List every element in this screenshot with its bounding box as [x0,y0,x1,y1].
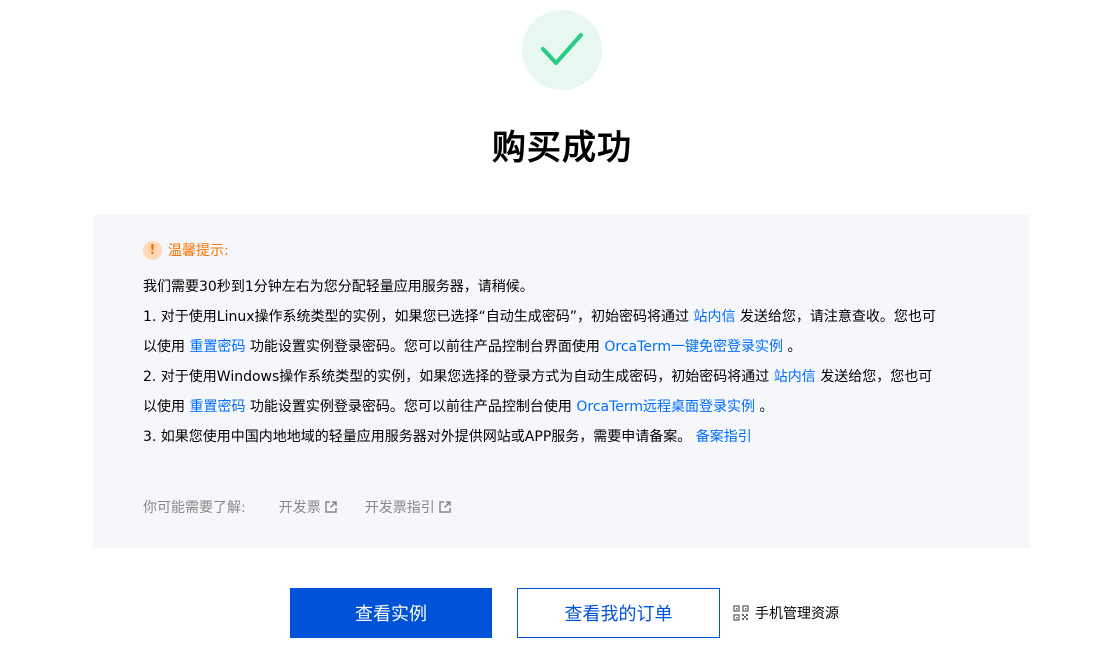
notice-text: 。 [783,339,802,355]
notice-intro: 我们需要30秒到1分钟左右为您分配轻量应用服务器，请稍候。 [143,279,534,295]
notice-item-1-line-2: 以使用 重置密码 功能设置实例登录密码。您可以前往产品控制台界面使用 OrcaT… [143,332,993,362]
invoice-link-label: 开发票 [278,500,321,516]
reset-password-link[interactable]: 重置密码 [189,399,245,415]
mobile-manage-link[interactable]: 手机管理资源 [733,603,839,623]
mobile-manage-label: 手机管理资源 [755,606,839,622]
view-orders-button[interactable]: 查看我的订单 [517,588,720,638]
notice-item-2-line-2: 以使用 重置密码 功能设置实例登录密码。您可以前往产品控制台使用 OrcaTer… [143,392,993,422]
notice-panel: ! 温馨提示: 我们需要30秒到1分钟左右为您分配轻量应用服务器，请稍候。 1.… [93,215,1030,548]
external-link-icon [438,501,451,513]
invoice-guide-link-label: 开发票指引 [364,500,435,516]
notice-item-2-line-1: 2. 对于使用Windows操作系统类型的实例，如果您选择的登录方式为自动生成密… [143,362,993,392]
notice-item-1-line-1: 1. 对于使用Linux操作系统类型的实例，如果您已选择“自动生成密码”，初始密… [143,302,993,332]
invoice-guide-link[interactable]: 开发票指引 [365,497,451,517]
warning-icon: ! [143,240,162,260]
notice-text: 发送给您，请注意查收。您也可 [735,309,936,325]
notice-text: 功能设置实例登录密码。您可以前往产品控制台界面使用 [245,339,605,355]
success-icon [522,10,602,90]
orcaterm-rdp-link[interactable]: OrcaTerm远程桌面登录实例 [576,399,755,415]
notice-title: 温馨提示: [168,243,229,259]
checkmark-icon [541,33,583,65]
site-message-link[interactable]: 站内信 [774,369,816,385]
external-link-icon [324,501,337,513]
orcaterm-login-link[interactable]: OrcaTerm一键免密登录实例 [604,339,783,355]
notice-text: 功能设置实例登录密码。您可以前往产品控制台使用 [245,399,577,415]
notice-text: 1. 对于使用Linux操作系统类型的实例，如果您已选择“自动生成密码”，初始密… [143,309,694,325]
invoice-link[interactable]: 开发票 [279,497,337,517]
notice-item-3: 3. 如果您使用中国内地地域的轻量应用服务器对外提供网站或APP服务，需要申请备… [143,422,993,452]
notice-text: 以使用 [143,339,190,355]
icp-guide-link[interactable]: 备案指引 [696,429,752,445]
page-title: 购买成功 [492,128,632,168]
reset-password-link[interactable]: 重置密码 [189,339,245,355]
notice-text: 发送给您，您也可 [815,369,933,385]
qr-code-icon [733,605,749,621]
view-instance-button[interactable]: 查看实例 [290,588,492,638]
related-label: 你可能需要了解: [143,500,246,516]
notice-body: 我们需要30秒到1分钟左右为您分配轻量应用服务器，请稍候。 1. 对于使用Lin… [143,272,993,452]
notice-text: 。 [755,399,774,415]
site-message-link[interactable]: 站内信 [693,309,735,325]
related-links: 你可能需要了解: 开发票 开发票指引 [143,497,451,517]
notice-text: 以使用 [143,399,190,415]
notice-text: 3. 如果您使用中国内地地域的轻量应用服务器对外提供网站或APP服务，需要申请备… [143,429,696,445]
notice-header: ! 温馨提示: [143,240,229,260]
notice-text: 2. 对于使用Windows操作系统类型的实例，如果您选择的登录方式为自动生成密… [143,369,774,385]
